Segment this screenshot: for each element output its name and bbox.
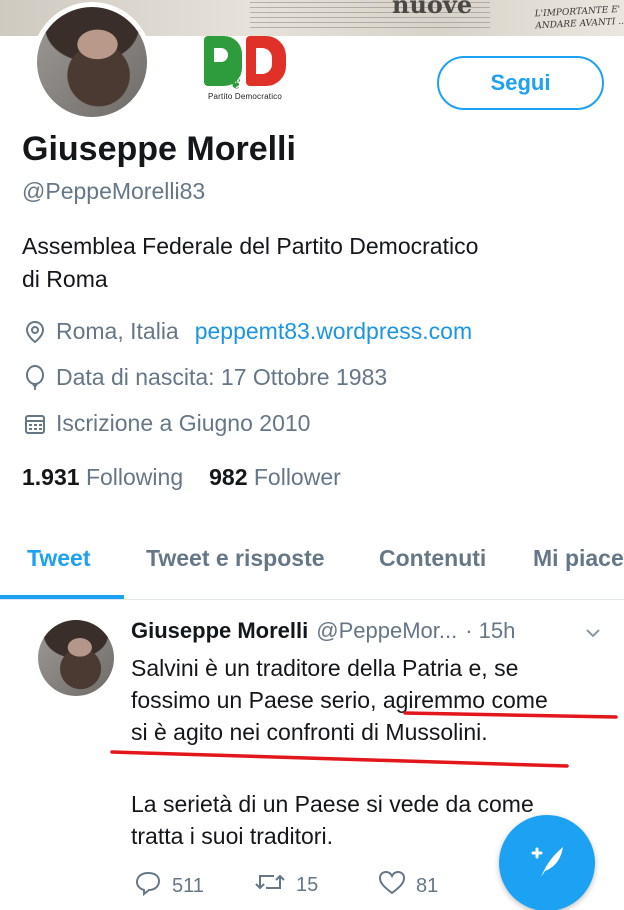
active-tab-indicator bbox=[0, 595, 124, 599]
profile-handle: @PeppeMorelli83 bbox=[22, 178, 206, 204]
followers-count: 982 bbox=[209, 464, 248, 490]
following-label: Following bbox=[85, 464, 184, 490]
calendar-icon bbox=[22, 411, 48, 437]
profile-name: Giuseppe Morelli bbox=[22, 130, 296, 168]
olive-branch-icon: ❦ bbox=[230, 76, 242, 92]
tab-tweet[interactable]: Tweet bbox=[27, 545, 90, 572]
compose-tweet-button[interactable] bbox=[499, 815, 595, 910]
logo-text: Partito Democratico bbox=[207, 92, 283, 101]
tab-tweet-e-risposte[interactable]: Tweet e risposte bbox=[146, 545, 325, 572]
following-link[interactable]: 1.931 Following bbox=[22, 464, 183, 490]
bio-line: di Roma bbox=[22, 266, 108, 292]
banner-handwriting: L'IMPORTANTE E' ANDARE AVANTI ... bbox=[534, 4, 624, 32]
reply-icon bbox=[134, 870, 172, 902]
profile-location-row: Roma, Italia peppemt83.wordpress.com bbox=[22, 318, 472, 345]
banner-headline: nuove bbox=[392, 0, 473, 19]
profile-tabs: Tweet Tweet e risposte Contenuti Mi piac… bbox=[0, 538, 624, 600]
profile-birthday-row: Data di nascita: 17 Ottobre 1983 bbox=[22, 364, 387, 391]
location-pin-icon bbox=[22, 319, 48, 345]
retweet-count: 15 bbox=[296, 873, 319, 896]
tweet-text-line: Salvini è un traditore della Patria e, s… bbox=[131, 655, 519, 681]
tab-contenuti[interactable]: Contenuti bbox=[379, 545, 486, 572]
follow-counts: 1.931 Following 982 Follower bbox=[22, 464, 341, 491]
profile-bio: Assemblea Federale del Partito Democrati… bbox=[22, 230, 582, 296]
tweet-author-handle[interactable]: @PeppeMor... bbox=[316, 618, 457, 644]
profile-birthday: Data di nascita: 17 Ottobre 1983 bbox=[56, 364, 388, 390]
tweet-timestamp[interactable]: · 15h bbox=[465, 618, 515, 644]
reply-count: 511 bbox=[172, 874, 204, 897]
tweet-text-line: si è agito nei confronti di Mussolini. bbox=[131, 719, 488, 745]
retweet-icon bbox=[254, 870, 296, 900]
tweet-text: Salvini è un traditore della Patria e, s… bbox=[131, 652, 611, 748]
following-count: 1.931 bbox=[22, 464, 80, 490]
reply-button[interactable]: 511 bbox=[134, 870, 204, 902]
followers-link[interactable]: 982 Follower bbox=[209, 464, 341, 490]
chevron-down-icon[interactable] bbox=[582, 622, 604, 644]
heart-icon bbox=[378, 870, 416, 902]
profile-joined-row: Iscrizione a Giugno 2010 bbox=[22, 410, 310, 437]
profile-location: Roma, Italia bbox=[56, 318, 179, 344]
party-logo: ❦ Partito Democratico bbox=[200, 36, 290, 106]
profile-joined: Iscrizione a Giugno 2010 bbox=[56, 410, 311, 436]
bio-line: Assemblea Federale del Partito Democrati… bbox=[22, 233, 479, 259]
tweet-header: Giuseppe Morelli @PeppeMor... · 15h bbox=[131, 618, 515, 644]
profile-website-link[interactable]: peppemt83.wordpress.com bbox=[195, 318, 472, 345]
tab-mi-piace[interactable]: Mi piace bbox=[533, 545, 624, 572]
tweet-text-line: fossimo un Paese serio, agiremmo come bbox=[131, 687, 548, 713]
like-count: 81 bbox=[416, 874, 439, 897]
profile-avatar[interactable] bbox=[32, 2, 152, 122]
followers-label: Follower bbox=[253, 464, 341, 490]
compose-tweet-icon bbox=[523, 837, 571, 890]
like-button[interactable]: 81 bbox=[378, 870, 438, 902]
balloon-icon bbox=[22, 364, 48, 391]
follow-button[interactable]: Segui bbox=[437, 56, 604, 110]
retweet-button[interactable]: 15 bbox=[254, 870, 318, 900]
tweet-author-name[interactable]: Giuseppe Morelli bbox=[131, 618, 308, 644]
tweet-author-avatar[interactable] bbox=[38, 620, 114, 696]
